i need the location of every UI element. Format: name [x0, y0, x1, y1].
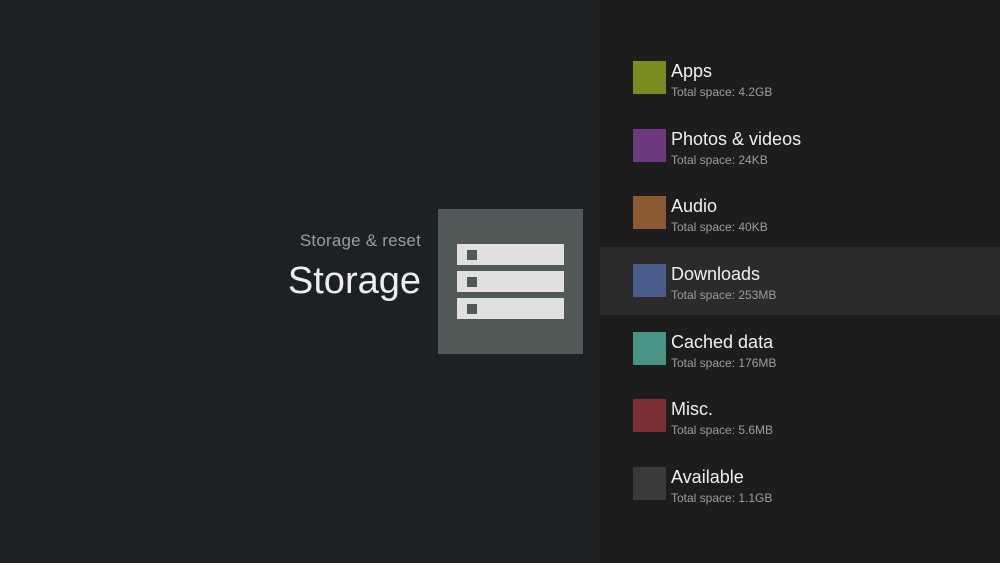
color-swatch — [633, 196, 666, 230]
storage-item-label: Audio — [671, 196, 718, 217]
color-swatch — [633, 399, 666, 433]
breadcrumb: Storage & reset — [299, 231, 421, 250]
color-swatch — [633, 128, 666, 162]
storage-category-list: Apps Total space: 4.2GB Photos & videos … — [600, 44, 1000, 518]
storage-item-cached-data[interactable]: Cached data Total space: 176MB — [600, 315, 1000, 383]
drive-bar-3 — [457, 298, 564, 319]
storage-item-label: Cached data — [671, 331, 774, 352]
storage-item-detail: Total space: 5.6MB — [671, 423, 774, 438]
storage-item-photos-videos[interactable]: Photos & videos Total space: 24KB — [600, 112, 1000, 180]
storage-item-detail: Total space: 1.1GB — [671, 491, 773, 506]
storage-item-detail: Total space: 253MB — [671, 288, 777, 303]
storage-item-misc[interactable]: Misc. Total space: 5.6MB — [600, 382, 1000, 450]
storage-screen: Storage & reset Storage Apps Total space… — [0, 0, 1000, 563]
color-swatch — [633, 467, 666, 501]
storage-item-label: Downloads — [671, 264, 761, 285]
storage-item-label: Apps — [671, 61, 713, 81]
page-title: Storage — [287, 260, 421, 302]
drive-indicator-1 — [467, 250, 477, 260]
storage-item-detail: Total space: 24KB — [671, 152, 768, 167]
header: Storage & reset Storage — [288, 230, 421, 306]
storage-item-label: Photos & videos — [671, 128, 802, 149]
drive-bar-2 — [457, 271, 564, 292]
color-swatch — [633, 264, 666, 298]
guidance-panel: Storage & reset Storage — [0, 0, 600, 563]
storage-drives-icon — [438, 209, 583, 354]
color-swatch — [633, 331, 666, 365]
drive-bar-1 — [457, 244, 564, 265]
storage-item-label: Available — [671, 467, 744, 488]
drive-indicator-2 — [467, 277, 477, 287]
storage-item-detail: Total space: 40KB — [671, 220, 768, 235]
storage-item-apps[interactable]: Apps Total space: 4.2GB — [600, 44, 1000, 112]
storage-item-available[interactable]: Available Total space: 1.1GB — [600, 450, 1000, 518]
storage-item-detail: Total space: 4.2GB — [671, 85, 773, 99]
storage-item-downloads[interactable]: Downloads Total space: 253MB — [600, 247, 1000, 315]
storage-item-detail: Total space: 176MB — [671, 355, 777, 370]
storage-item-label: Misc. — [671, 399, 713, 420]
drive-indicator-3 — [467, 304, 477, 314]
color-swatch — [633, 61, 666, 94]
storage-item-audio[interactable]: Audio Total space: 40KB — [600, 179, 1000, 247]
